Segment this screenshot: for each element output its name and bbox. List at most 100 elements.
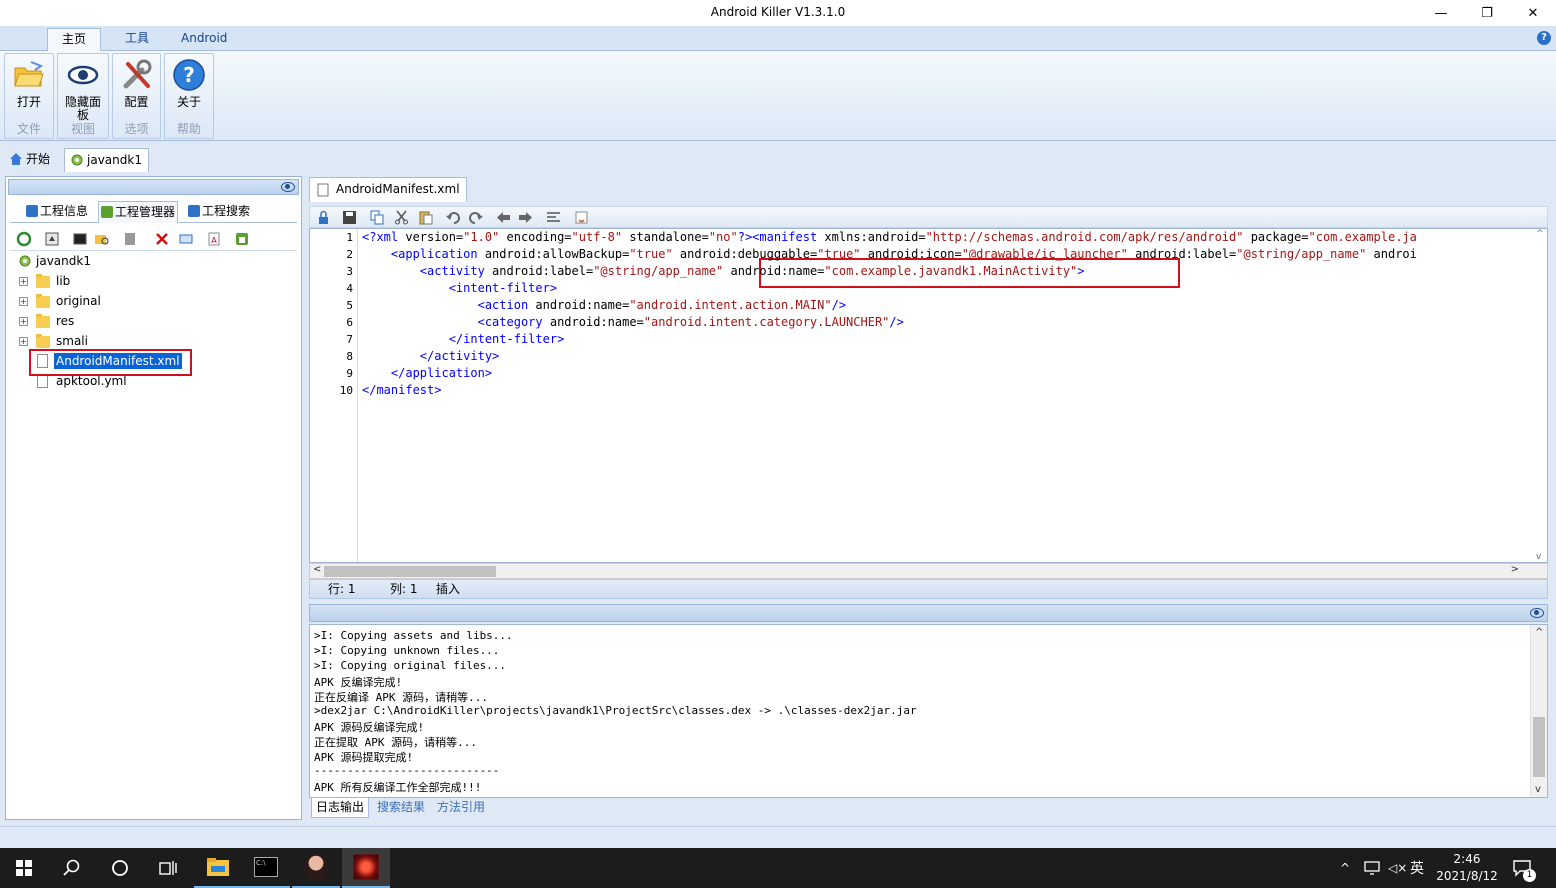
open-button[interactable]: 打开 <box>8 58 50 109</box>
toggle-panel-eye-icon[interactable] <box>281 182 295 192</box>
scroll-left-icon[interactable]: < <box>313 564 321 575</box>
svg-text:?: ? <box>183 63 195 87</box>
java-icon[interactable] <box>574 210 589 225</box>
android-icon[interactable] <box>234 231 250 247</box>
code-area[interactable]: 1 2 3 4 5 6 7 8 9 10 ^ v <?xml version="1.0" enco… <box>309 228 1548 563</box>
code-line: </application> <box>362 365 492 382</box>
scroll-up-icon[interactable]: ^ <box>1535 627 1543 638</box>
folder-search-icon[interactable] <box>94 231 110 247</box>
format-icon[interactable] <box>546 210 561 225</box>
editor-hscroll[interactable]: < > <box>309 563 1548 579</box>
save-icon[interactable] <box>342 210 357 225</box>
windows-icon <box>16 860 32 876</box>
close-button[interactable]: ✕ <box>1510 0 1556 26</box>
log-line: APK 源码提取完成! <box>314 751 414 764</box>
config-button[interactable]: 配置 <box>116 58 157 109</box>
taskbar-cmd[interactable]: C:\ <box>242 848 290 888</box>
tab-project-manager[interactable]: 工程管理器 <box>98 201 179 223</box>
code-token: android:name= <box>535 298 630 312</box>
editor-toolbar <box>309 206 1548 228</box>
scroll-up-icon[interactable]: ^ <box>1536 229 1544 239</box>
paste-icon[interactable] <box>418 210 433 225</box>
export-icon[interactable] <box>44 231 60 247</box>
maximize-button[interactable]: ❐ <box>1464 0 1510 26</box>
tree-folder-res[interactable]: + res <box>18 311 218 331</box>
code-token: "com.example.javandk1.MainActivity" <box>824 264 1078 278</box>
tab-method-references[interactable]: 方法引用 <box>433 798 489 818</box>
text-file-icon[interactable]: A <box>206 231 222 247</box>
refresh-icon[interactable] <box>16 231 32 247</box>
code-token: </activity> <box>362 349 500 363</box>
cut-icon[interactable] <box>394 210 409 225</box>
ime-indicator[interactable]: 英 <box>1410 848 1424 888</box>
tree-folder-original[interactable]: + original <box>18 291 218 311</box>
lock-icon[interactable] <box>316 210 331 225</box>
scroll-down-icon[interactable]: v <box>1535 784 1541 795</box>
search-button[interactable] <box>48 848 96 888</box>
taskbar-app-avatar[interactable] <box>292 848 340 888</box>
tab-log-output[interactable]: 日志输出 <box>311 798 370 818</box>
forward-arrow-icon[interactable] <box>518 210 533 225</box>
hscroll-thumb[interactable] <box>324 566 496 577</box>
taskbar-file-explorer[interactable] <box>194 848 242 888</box>
copy-icon[interactable] <box>370 210 385 225</box>
ribbon-tab-tools[interactable]: 工具 <box>111 28 163 51</box>
task-view-button[interactable] <box>144 848 192 888</box>
ribbon-tab-home[interactable]: 主页 <box>47 28 102 51</box>
bookmark-icon[interactable] <box>122 231 138 247</box>
tab-start[interactable]: 开始 <box>4 148 56 172</box>
toggle-log-eye-icon[interactable] <box>1530 608 1544 618</box>
code-token: /> <box>831 298 847 312</box>
minimize-button[interactable]: — <box>1418 0 1464 26</box>
code-line: <action android:name="android.intent.act… <box>362 297 846 314</box>
project-panel: 工程信息 工程管理器 工程搜索 A javandk1 + lib + origi… <box>5 176 302 820</box>
ribbon-tab-android[interactable]: Android <box>167 28 241 51</box>
scroll-right-icon[interactable]: > <box>1511 564 1519 575</box>
rename-icon[interactable] <box>178 231 194 247</box>
back-arrow-icon[interactable] <box>496 210 511 225</box>
terminal-icon[interactable] <box>72 231 88 247</box>
log-vscroll[interactable]: ^ v <box>1530 625 1547 797</box>
expand-icon[interactable]: + <box>19 317 28 326</box>
log-output[interactable]: ^ v >I: Copying assets and libs... >I: Co… <box>309 624 1548 798</box>
ribbon: 打开 文件 隐藏面板 视图 配置 选项 ? 关于 帮助 <box>0 51 1556 141</box>
cmd-icon: C:\ <box>254 857 278 877</box>
tree-folder-label: lib <box>56 274 71 288</box>
scroll-down-icon[interactable]: v <box>1536 552 1541 562</box>
file-icon <box>317 183 329 197</box>
expand-icon[interactable]: + <box>19 337 28 346</box>
about-button[interactable]: ? 关于 <box>168 58 210 109</box>
tab-project-search[interactable]: 工程搜索 <box>186 201 250 223</box>
tree-folder-lib[interactable]: + lib <box>18 271 218 291</box>
hide-panel-button[interactable]: 隐藏面板 <box>61 58 105 122</box>
expand-icon[interactable]: + <box>19 297 28 306</box>
notification-center-button[interactable]: 1 <box>1512 848 1536 888</box>
tab-javandk1[interactable]: javandk1 <box>64 148 149 172</box>
code-editor: AndroidManifest.xml 1 2 3 4 5 6 7 8 9 10 ^ v <?xm… <box>307 176 1550 601</box>
volume-muted-icon[interactable]: ◁× <box>1388 848 1407 888</box>
tab-project-info[interactable]: 工程信息 <box>24 201 88 223</box>
log-line: APK 所有反编译工作全部完成!!! <box>314 781 482 794</box>
tab-androidmanifest[interactable]: AndroidManifest.xml <box>309 177 467 202</box>
undo-icon[interactable] <box>446 210 461 225</box>
vscroll-thumb[interactable] <box>1533 717 1545 777</box>
code-token: "@string/app_name" <box>1236 247 1367 261</box>
editor-vscroll[interactable]: ^ v <box>1535 229 1547 562</box>
cortana-button[interactable] <box>96 848 144 888</box>
redo-icon[interactable] <box>468 210 483 225</box>
taskbar-android-killer[interactable] <box>342 848 390 888</box>
help-icon[interactable]: ? <box>1537 31 1551 45</box>
clock[interactable]: 2:46 2021/8/12 <box>1436 848 1498 888</box>
expand-icon[interactable]: + <box>19 277 28 286</box>
svg-text:A: A <box>211 236 217 245</box>
start-button[interactable] <box>0 848 48 888</box>
task-view-icon <box>159 861 177 875</box>
config-label: 配置 <box>124 95 149 109</box>
network-icon[interactable] <box>1364 848 1380 888</box>
delete-icon[interactable] <box>154 231 170 247</box>
tab-search-results[interactable]: 搜索结果 <box>373 798 429 818</box>
tray-chevron-icon[interactable]: ^ <box>1340 848 1350 888</box>
tree-folder-smali[interactable]: + smali <box>18 331 218 351</box>
highlight-box-manifest <box>29 349 192 376</box>
code-token: android:icon= <box>860 247 962 261</box>
